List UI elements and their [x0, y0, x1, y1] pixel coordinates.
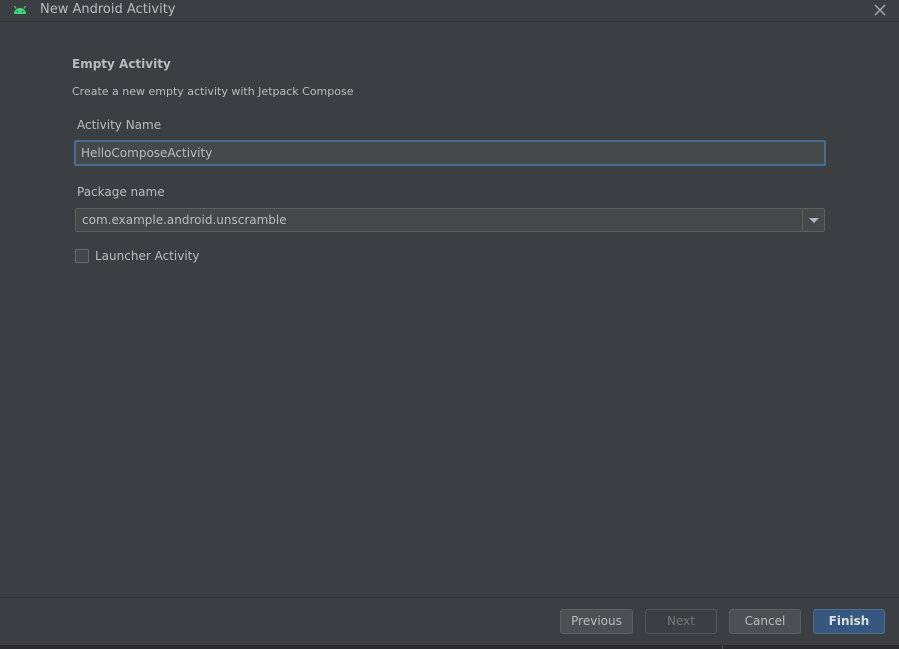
- chevron-down-icon[interactable]: [802, 209, 824, 231]
- divider: [722, 645, 723, 649]
- close-icon[interactable]: [871, 1, 889, 19]
- dialog-window: New Android Activity Empty Activity Crea…: [0, 0, 899, 649]
- package-name-combobox[interactable]: com.example.android.unscramble: [75, 208, 825, 232]
- finish-button[interactable]: Finish: [813, 609, 885, 634]
- cancel-button[interactable]: Cancel: [729, 609, 801, 634]
- next-button[interactable]: Next: [645, 609, 717, 634]
- activity-name-input[interactable]: [74, 140, 826, 166]
- button-bar: Previous Next Cancel Finish: [0, 597, 899, 649]
- package-name-label: Package name: [77, 185, 165, 199]
- form-panel: Empty Activity Create a new empty activi…: [0, 23, 899, 597]
- launcher-activity-label: Launcher Activity: [95, 249, 200, 263]
- template-heading: Empty Activity: [72, 57, 171, 71]
- android-icon: [13, 5, 27, 14]
- package-name-value: com.example.android.unscramble: [82, 213, 287, 227]
- window-bottom-edge: [0, 645, 899, 649]
- window-title: New Android Activity: [40, 2, 176, 17]
- template-description: Create a new empty activity with Jetpack…: [72, 85, 354, 98]
- activity-name-label: Activity Name: [77, 118, 162, 132]
- previous-button[interactable]: Previous: [560, 609, 633, 634]
- launcher-activity-checkbox[interactable]: [75, 249, 89, 263]
- title-bar: New Android Activity: [0, 0, 899, 22]
